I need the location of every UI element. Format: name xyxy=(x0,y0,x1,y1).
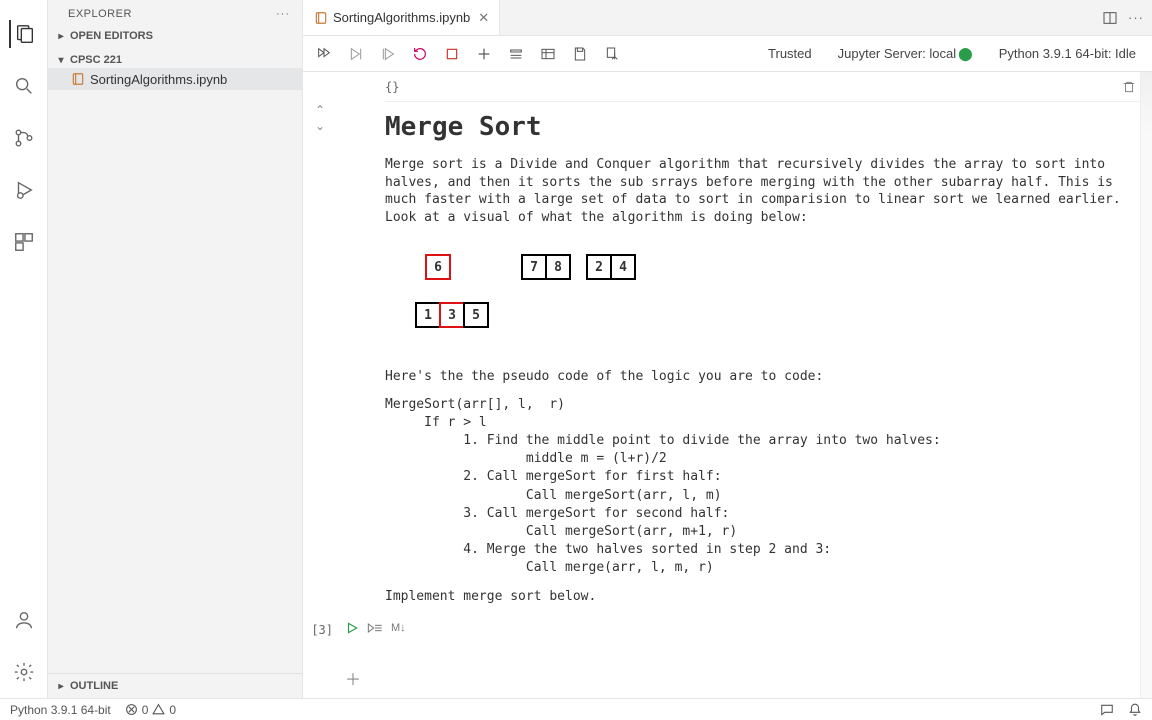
restart-icon[interactable] xyxy=(411,45,429,63)
chevron-right-icon: ▸ xyxy=(54,31,68,42)
editor-area: SortingAlgorithms.ipynb ✕ ··· T xyxy=(303,0,1152,698)
sidebar-more-icon[interactable]: ··· xyxy=(276,8,290,20)
explorer-sidebar: EXPLORER ··· ▸ OPEN EDITORS ▾ CPSC 221 S… xyxy=(48,0,303,698)
clear-outputs-icon[interactable] xyxy=(507,45,525,63)
jupyter-server-status[interactable]: Jupyter Server: local⬤ xyxy=(834,46,977,62)
markdown-toggle[interactable]: M↓ xyxy=(391,622,406,634)
explorer-icon[interactable] xyxy=(9,20,37,48)
tab-more-icon[interactable]: ··· xyxy=(1128,10,1144,25)
status-bar: Python 3.9.1 64-bit 0 0 xyxy=(0,698,1152,720)
activity-bar xyxy=(0,0,48,698)
visual-box: 6 xyxy=(425,254,451,280)
add-cell-below-icon[interactable]: ＋ xyxy=(345,666,361,690)
run-cell-icon[interactable] xyxy=(345,621,359,635)
export-icon[interactable] xyxy=(603,45,621,63)
search-icon[interactable] xyxy=(10,72,38,100)
chevron-down-icon: ▾ xyxy=(54,55,68,66)
run-debug-icon[interactable] xyxy=(10,176,38,204)
trusted-status[interactable]: Trusted xyxy=(764,46,816,61)
implement-note: Implement merge sort below. xyxy=(385,588,1126,606)
file-item[interactable]: SortingAlgorithms.ipynb xyxy=(48,68,302,90)
problems-status[interactable]: 0 0 xyxy=(125,703,176,717)
run-above-icon[interactable] xyxy=(347,45,365,63)
visual-box: 1 xyxy=(415,302,441,328)
code-cell[interactable]: [3] M↓ xyxy=(303,615,1146,637)
chevron-right-icon: ▸ xyxy=(54,681,68,692)
close-icon[interactable]: ✕ xyxy=(478,10,489,26)
split-editor-icon[interactable] xyxy=(1102,10,1118,26)
outline-header[interactable]: ▸ OUTLINE xyxy=(48,678,302,694)
tab-bar: SortingAlgorithms.ipynb ✕ ··· xyxy=(303,0,1152,36)
markdown-cell[interactable]: {} Merge Sort Merge sort is a Divide and… xyxy=(337,72,1146,615)
cell-heading: Merge Sort xyxy=(385,112,1126,142)
sidebar-title: EXPLORER xyxy=(68,8,132,20)
feedback-icon[interactable] xyxy=(1100,703,1114,717)
visual-box: 5 xyxy=(463,302,489,328)
run-by-line-icon[interactable] xyxy=(367,622,383,634)
tab-sorting-algorithms[interactable]: SortingAlgorithms.ipynb ✕ xyxy=(303,0,500,35)
save-icon[interactable] xyxy=(571,45,589,63)
visual-box: 8 xyxy=(545,254,571,280)
run-below-icon[interactable] xyxy=(379,45,397,63)
interrupt-icon[interactable] xyxy=(443,45,461,63)
run-all-icon[interactable] xyxy=(315,45,333,63)
collapse-down-icon[interactable]: ⌄ xyxy=(315,118,325,134)
visual-box: 4 xyxy=(610,254,636,280)
notebook-toolbar: Trusted Jupyter Server: local⬤ Python 3.… xyxy=(303,36,1152,72)
delete-cell-icon[interactable] xyxy=(1122,80,1136,94)
account-icon[interactable] xyxy=(10,606,38,634)
add-cell-icon[interactable] xyxy=(475,45,493,63)
execution-count: [3] xyxy=(303,621,341,637)
kernel-status[interactable]: Python 3.9.1 64-bit: Idle xyxy=(995,46,1140,61)
variables-icon[interactable] xyxy=(539,45,557,63)
notebook-file-icon xyxy=(70,71,86,87)
source-control-icon[interactable] xyxy=(10,124,38,152)
visual-box: 3 xyxy=(439,302,465,328)
collapse-up-icon[interactable]: ⌃ xyxy=(315,102,325,118)
cell-header-braces: {} xyxy=(385,80,399,94)
scrollbar[interactable] xyxy=(1140,72,1152,698)
notifications-icon[interactable] xyxy=(1128,703,1142,717)
folder-header[interactable]: ▾ CPSC 221 xyxy=(48,52,302,68)
pseudo-intro: Here's the the pseudo code of the logic … xyxy=(385,368,1126,386)
notebook-body[interactable]: ⌃ ⌄ {} Merge Sort Merge sort is a Divide… xyxy=(303,72,1152,698)
notebook-file-icon xyxy=(313,10,329,26)
extensions-icon[interactable] xyxy=(10,228,38,256)
visual-box: 2 xyxy=(586,254,612,280)
python-interpreter-status[interactable]: Python 3.9.1 64-bit xyxy=(10,703,111,717)
visual-box: 7 xyxy=(521,254,547,280)
settings-icon[interactable] xyxy=(10,658,38,686)
pseudo-code: MergeSort(arr[], l, r) If r > l 1. Find … xyxy=(385,396,1126,578)
mergesort-visual: 6 78 24 135 xyxy=(425,254,1126,328)
open-editors-header[interactable]: ▸ OPEN EDITORS xyxy=(48,28,302,44)
cell-intro: Merge sort is a Divide and Conquer algor… xyxy=(385,156,1126,226)
